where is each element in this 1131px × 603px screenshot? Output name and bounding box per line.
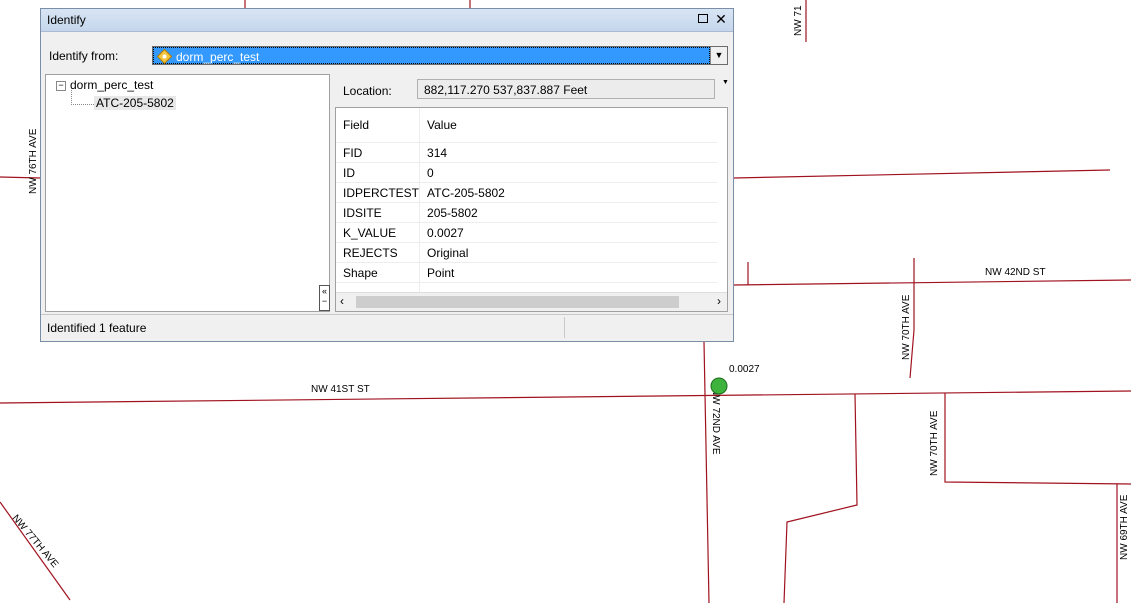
- scrollbar-thumb[interactable]: [356, 296, 679, 308]
- table-row[interactable]: REJECTS Original: [336, 242, 718, 263]
- value-cell: 0.0027: [419, 222, 718, 243]
- value-cell: 205-5802: [419, 202, 718, 223]
- field-cell: IDSITE: [336, 202, 421, 223]
- window-title: Identify: [47, 13, 86, 27]
- road-label-nw77th: NW 77TH AVE: [10, 513, 61, 570]
- column-header-value: Value: [419, 108, 718, 143]
- road-label-nw42nd: NW 42ND ST: [985, 267, 1046, 278]
- road-label-nw69th: NW 69TH AVE: [1119, 494, 1130, 560]
- table-row[interactable]: FID 314: [336, 142, 718, 163]
- status-bar: Identified 1 feature: [41, 314, 733, 341]
- collapse-icon[interactable]: −: [56, 81, 66, 91]
- road-label-nw76th: NW 76TH AVE: [28, 128, 39, 194]
- dropdown-selection: dorm_perc_test: [153, 47, 710, 64]
- column-header-field: Field: [336, 108, 421, 143]
- point-value-label: 0.0027: [729, 364, 760, 375]
- value-cell: 0: [419, 162, 718, 183]
- location-value: 882,117.270 537,837.887 Feet: [417, 79, 715, 99]
- field-cell: Shape: [336, 262, 421, 283]
- value-cell: 314: [419, 142, 718, 163]
- panel-collapse-toggle[interactable]: «−: [319, 285, 330, 311]
- road-label-nw72nd: NW 72ND AVE: [710, 388, 721, 455]
- location-options-icon[interactable]: ▼: [722, 79, 729, 86]
- road-label-nw70th-upper: NW 70TH AVE: [901, 294, 912, 360]
- identify-from-dropdown[interactable]: dorm_perc_test ▼: [152, 46, 728, 65]
- field-cell: ID: [336, 162, 421, 183]
- tree-node-feature[interactable]: ATC-205-5802: [94, 96, 176, 110]
- value-cell: Original: [419, 242, 718, 263]
- tree-connector: [71, 90, 94, 105]
- table-row[interactable]: ID 0: [336, 162, 718, 183]
- scroll-left-icon[interactable]: ‹: [340, 294, 344, 308]
- location-label: Location:: [343, 84, 392, 98]
- field-cell: IDPERCTEST: [336, 182, 421, 203]
- scroll-right-icon[interactable]: ›: [717, 294, 721, 308]
- layer-icon: [157, 49, 172, 64]
- close-button[interactable]: ✕: [713, 11, 729, 27]
- horizontal-scrollbar[interactable]: ‹ ›: [336, 292, 727, 311]
- table-row[interactable]: IDPERCTEST ATC-205-5802: [336, 182, 718, 203]
- field-cell: K_VALUE: [336, 222, 421, 243]
- road-label-nw41st: NW 41ST ST: [311, 384, 370, 395]
- identify-from-label: Identify from:: [49, 49, 119, 63]
- table-row[interactable]: K_VALUE 0.0027: [336, 222, 718, 243]
- feature-tree: − dorm_perc_test ATC-205-5802: [45, 74, 330, 312]
- close-icon: ✕: [715, 11, 727, 27]
- identify-window: Identify ✕ Identify from: dorm_perc_test…: [40, 8, 734, 342]
- field-cell: FID: [336, 142, 421, 163]
- chevron-down-icon[interactable]: ▼: [710, 47, 727, 64]
- attribute-table: Field Value FID 314 ID 0 IDPERCTEST ATC-205…: [336, 108, 718, 303]
- maximize-button[interactable]: [695, 11, 711, 27]
- value-cell: Point: [419, 262, 718, 283]
- table-row[interactable]: IDSITE 205-5802: [336, 202, 718, 223]
- table-header: Field Value: [336, 108, 718, 143]
- road-label-nw70th-lower: NW 70TH AVE: [929, 410, 940, 476]
- field-cell: REJECTS: [336, 242, 421, 263]
- identified-point-marker[interactable]: [710, 377, 728, 395]
- table-row[interactable]: Shape Point: [336, 262, 718, 283]
- attribute-grid: Field Value FID 314 ID 0 IDPERCTEST ATC-205…: [335, 107, 728, 312]
- title-bar[interactable]: Identify ✕: [41, 9, 733, 32]
- status-divider: [564, 317, 565, 338]
- value-cell: ATC-205-5802: [419, 182, 718, 203]
- dropdown-value: dorm_perc_test: [176, 50, 260, 64]
- status-text: Identified 1 feature: [47, 321, 147, 335]
- road-label-nw71: NW 71: [793, 5, 804, 36]
- maximize-icon: [698, 14, 708, 23]
